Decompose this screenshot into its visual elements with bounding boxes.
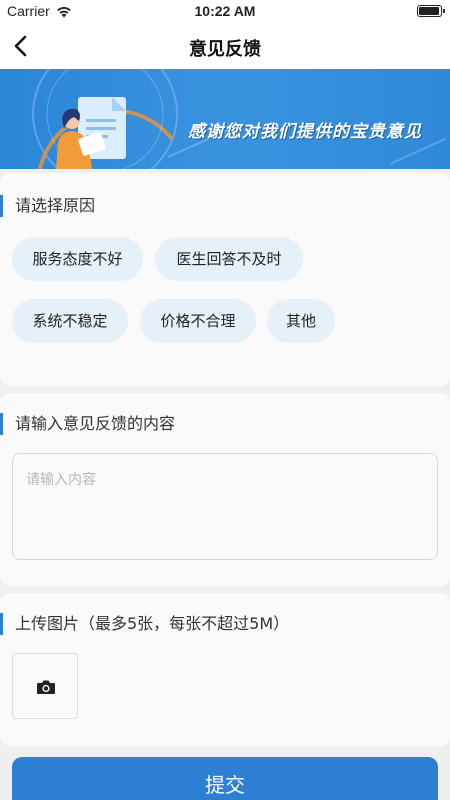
reason-card: 请选择原因 服务态度不好 医生回答不及时 系统不稳定 价格不合理 其他 bbox=[0, 173, 450, 386]
content-card: 请输入意见反馈的内容 bbox=[0, 393, 450, 586]
upload-card: 上传图片（最多5张，每张不超过5M） bbox=[0, 593, 450, 746]
reason-chip-service-attitude[interactable]: 服务态度不好 bbox=[12, 237, 143, 281]
reason-chip-system-unstable[interactable]: 系统不稳定 bbox=[12, 299, 128, 343]
page-title: 意见反馈 bbox=[189, 39, 261, 60]
feedback-content-input[interactable] bbox=[12, 453, 438, 560]
content-section-title: 请输入意见反馈的内容 bbox=[0, 413, 175, 435]
submit-button[interactable]: 提交 bbox=[12, 757, 438, 800]
upload-section-title: 上传图片（最多5张，每张不超过5M） bbox=[0, 613, 289, 635]
reason-section-title: 请选择原因 bbox=[0, 195, 95, 217]
reason-chip-doctor-slow-reply[interactable]: 医生回答不及时 bbox=[155, 237, 303, 281]
status-bar: Carrier 10:22 AM bbox=[0, 0, 450, 24]
nav-bar: 意见反馈 bbox=[0, 24, 450, 69]
status-time: 10:22 AM bbox=[194, 3, 256, 19]
banner-text: 感谢您对我们提供的宝贵意见 bbox=[188, 122, 422, 142]
battery-icon bbox=[417, 5, 445, 17]
reason-chip-other[interactable]: 其他 bbox=[267, 299, 335, 343]
reason-chip-unreasonable-price[interactable]: 价格不合理 bbox=[140, 299, 256, 343]
camera-icon bbox=[37, 680, 55, 694]
add-photo-button[interactable] bbox=[12, 653, 78, 719]
feedback-banner: 感谢您对我们提供的宝贵意见 bbox=[0, 69, 450, 169]
